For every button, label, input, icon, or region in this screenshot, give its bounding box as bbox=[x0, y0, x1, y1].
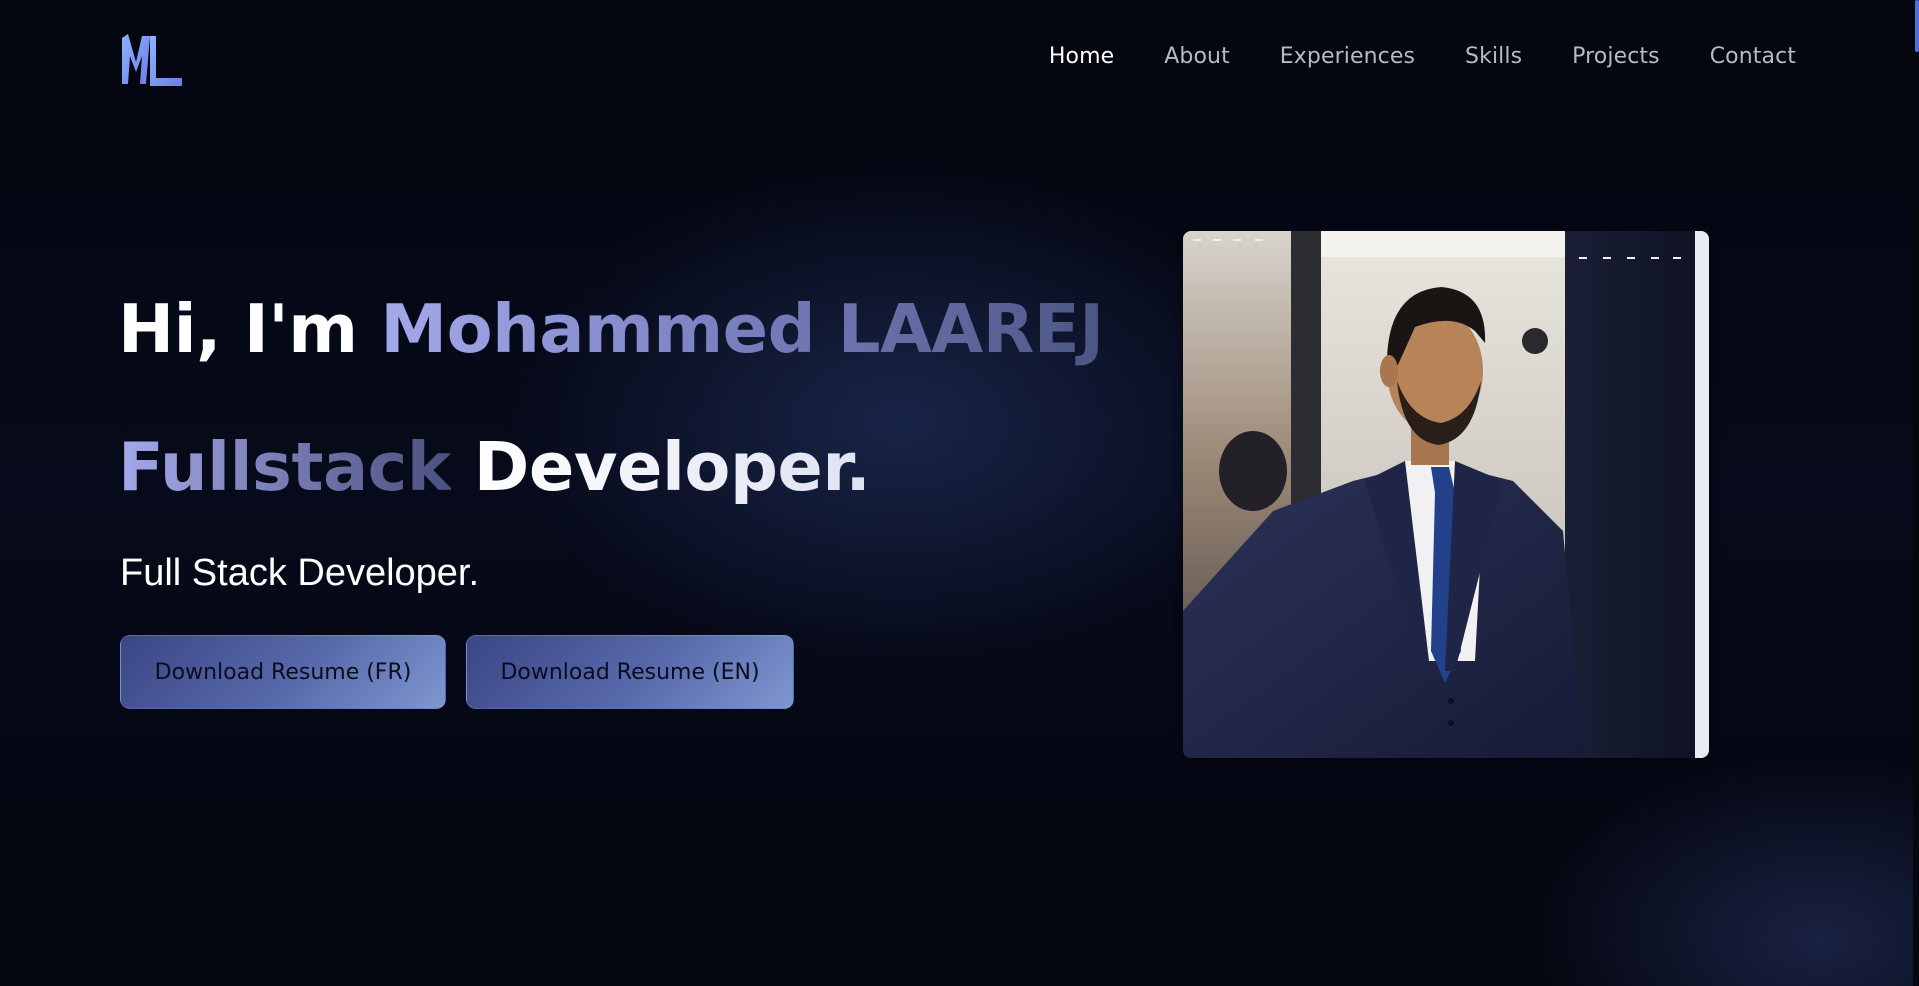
hero-role: Fullstack Developer. bbox=[118, 434, 871, 501]
hero-subtitle: Full Stack Developer. bbox=[120, 552, 480, 594]
nav-home[interactable]: Home bbox=[1049, 44, 1114, 69]
hero-name: Mohammed LAAREJ bbox=[380, 290, 1104, 368]
hero-heading: Hi, I'm Mohammed LAAREJ bbox=[118, 296, 1104, 363]
hero-greeting: Hi, I'm bbox=[118, 290, 358, 368]
logo-icon[interactable] bbox=[120, 32, 184, 90]
main-nav: Home About Experiences Skills Projects C… bbox=[1049, 44, 1796, 69]
download-resume-en-button[interactable]: Download Resume (EN) bbox=[466, 635, 794, 709]
nav-experiences[interactable]: Experiences bbox=[1280, 44, 1415, 69]
hero-role-rest: Developer. bbox=[473, 428, 871, 506]
nav-about[interactable]: About bbox=[1164, 44, 1230, 69]
site-header: Home About Experiences Skills Projects C… bbox=[0, 0, 1919, 120]
download-resume-fr-button[interactable]: Download Resume (FR) bbox=[120, 635, 446, 709]
hero-role-highlight: Fullstack bbox=[118, 428, 451, 506]
nav-projects[interactable]: Projects bbox=[1572, 44, 1660, 69]
nav-skills[interactable]: Skills bbox=[1465, 44, 1522, 69]
profile-photo bbox=[1183, 231, 1709, 758]
nav-contact[interactable]: Contact bbox=[1710, 44, 1796, 69]
scrollbar-track[interactable] bbox=[1913, 0, 1919, 986]
